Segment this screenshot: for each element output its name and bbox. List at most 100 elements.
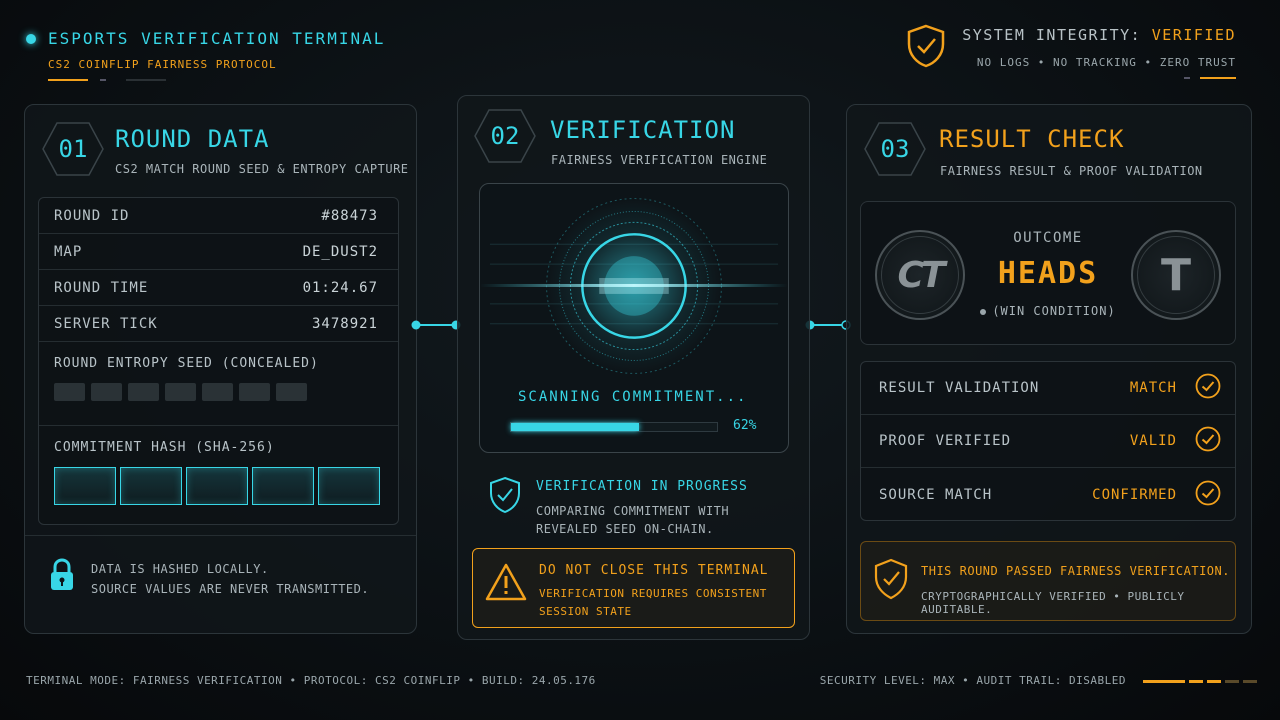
app-subtitle: CS2 COINFLIP FAIRNESS PROTOCOL: [48, 58, 277, 71]
row-label: ROUND TIME: [54, 279, 149, 296]
status-line1: COMPARING COMMITMENT WITH: [536, 504, 730, 518]
integrity-value: VERIFIED: [1151, 26, 1236, 44]
check-circle-icon: [1195, 373, 1221, 403]
table-row: MAP DE_DUST2: [39, 234, 398, 270]
outcome-value: HEADS: [997, 256, 1099, 291]
hash-label: COMMITMENT HASH (SHA-256): [54, 440, 275, 455]
status-line2: REVEALED SEED ON-CHAIN.: [536, 522, 714, 536]
row-value: 01:24.67: [302, 279, 378, 296]
scan-status-text: SCANNING COMMITMENT...: [518, 389, 748, 405]
table-row: ROUND TIME 01:24.67: [39, 270, 398, 306]
check-value: CONFIRMED: [1092, 486, 1177, 503]
seed-block: [202, 383, 233, 401]
footer-bar: [1225, 680, 1239, 683]
pass-subtitle: CRYPTOGRAPHICALLY VERIFIED • PUBLICLY AU…: [921, 590, 1185, 616]
hash-block: [186, 467, 248, 505]
warning-title: DO NOT CLOSE THIS TERMINAL: [539, 563, 769, 578]
seed-label: ROUND ENTROPY SEED (CONCEALED): [54, 356, 319, 371]
app-title: ESPORTS VERIFICATION TERMINAL: [48, 29, 386, 48]
verification-panel: 02 VERIFICATION FAIRNESS VERIFICATION EN…: [457, 95, 810, 640]
footer-bar: [1243, 680, 1257, 683]
hash-block: [54, 467, 116, 505]
check-circle-icon: [1195, 480, 1221, 510]
row-label: SERVER TICK: [54, 315, 158, 332]
panel-title: ROUND DATA: [115, 125, 270, 153]
panel-title: VERIFICATION: [550, 116, 736, 144]
progress-percent: 62%: [733, 418, 757, 433]
round-data-panel: 01 ROUND DATA CS2 MATCH ROUND SEED & ENT…: [24, 104, 417, 634]
step-number: 02: [490, 122, 520, 150]
check-label: SOURCE MATCH: [879, 486, 993, 503]
step-badge: 03: [863, 121, 927, 177]
shield-check-icon: [488, 476, 522, 518]
result-check-panel: 03 RESULT CHECK FAIRNESS RESULT & PROOF …: [846, 104, 1252, 634]
panel-subtitle: CS2 MATCH ROUND SEED & ENTROPY CAPTURE: [115, 162, 409, 176]
panel-subtitle: FAIRNESS RESULT & PROOF VALIDATION: [940, 164, 1203, 178]
outcome-label: OUTCOME: [1013, 230, 1083, 246]
outcome-note: (WIN CONDITION): [861, 304, 1235, 318]
warning-triangle-icon: [485, 563, 527, 605]
table-row: SERVER TICK 3478921: [39, 306, 398, 342]
row-value: DE_DUST2: [302, 243, 378, 260]
connector-1-2: [411, 320, 461, 330]
privacy-note-line2: SOURCE VALUES ARE NEVER TRANSMITTED.: [91, 582, 370, 596]
hash-block: [120, 467, 182, 505]
warning-line2: SESSION STATE: [539, 605, 632, 618]
outcome-note-text: (WIN CONDITION): [992, 304, 1116, 318]
step-badge: 01: [41, 121, 105, 177]
footer-bar: [1207, 680, 1221, 683]
panel-subtitle: FAIRNESS VERIFICATION ENGINE: [551, 153, 768, 167]
footer-status-right: SECURITY LEVEL: MAX • AUDIT TRAIL: DISAB…: [819, 674, 1126, 687]
scanner-visual: [480, 198, 788, 374]
shield-check-icon: [906, 24, 946, 72]
footer-bar: [1143, 680, 1185, 683]
status-dot-icon: [26, 33, 36, 44]
header-underline: [48, 79, 166, 81]
check-row: SOURCE MATCH CONFIRMED: [861, 468, 1235, 521]
step-badge: 02: [473, 108, 537, 164]
integrity-label: SYSTEM INTEGRITY:: [962, 26, 1152, 44]
header-left: ESPORTS VERIFICATION TERMINAL CS2 COINFL…: [26, 28, 385, 81]
integrity-sub: NO LOGS • NO TRACKING • ZERO TRUST: [976, 56, 1236, 69]
check-label: PROOF VERIFIED: [879, 433, 1012, 449]
panel-title: RESULT CHECK: [939, 125, 1125, 153]
lock-icon: [49, 558, 75, 596]
commitment-hash-section: COMMITMENT HASH (SHA-256): [39, 426, 398, 519]
check-row: PROOF VERIFIED VALID: [861, 415, 1235, 468]
hash-block: [252, 467, 314, 505]
row-label: MAP: [54, 243, 83, 260]
status-title: VERIFICATION IN PROGRESS: [536, 479, 748, 494]
footer-status-left: TERMINAL MODE: FAIRNESS VERIFICATION • P…: [26, 674, 596, 687]
seed-block: [91, 383, 122, 401]
row-value: 3478921: [311, 315, 378, 332]
bullet-icon: [980, 308, 987, 315]
check-circle-icon: [1195, 426, 1221, 456]
pass-title: THIS ROUND PASSED FAIRNESS VERIFICATION.: [921, 564, 1230, 578]
pass-banner: THIS ROUND PASSED FAIRNESS VERIFICATION.…: [860, 541, 1236, 621]
outcome-display: CT T OUTCOME HEADS (WIN CONDITION): [860, 201, 1236, 345]
entropy-seed-section: ROUND ENTROPY SEED (CONCEALED): [39, 342, 398, 426]
privacy-note-line1: DATA IS HASHED LOCALLY.: [91, 562, 269, 576]
warning-box: DO NOT CLOSE THIS TERMINAL VERIFICATION …: [472, 548, 795, 628]
seed-block: [239, 383, 270, 401]
privacy-note: DATA IS HASHED LOCALLY. SOURCE VALUES AR…: [25, 535, 416, 635]
footer-bar: [1189, 680, 1203, 683]
row-value: #88473: [321, 207, 378, 224]
header-right: SYSTEM INTEGRITY: VERIFIED NO LOGS • NO …: [907, 24, 1236, 79]
check-value: VALID: [1129, 433, 1177, 449]
seed-block: [276, 383, 307, 401]
round-data-table: ROUND ID #88473 MAP DE_DUST2 ROUND TIME 01:…: [38, 197, 399, 525]
seed-block: [165, 383, 196, 401]
step-number: 03: [880, 135, 910, 163]
check-row: RESULT VALIDATION MATCH: [861, 362, 1235, 415]
hash-block: [318, 467, 380, 505]
check-label: RESULT VALIDATION: [879, 380, 1040, 396]
progress-fill: [511, 423, 639, 431]
row-label: ROUND ID: [54, 207, 130, 224]
table-row: ROUND ID #88473: [39, 198, 398, 234]
scanner-display: SCANNING COMMITMENT... 62%: [479, 183, 789, 453]
header-accent-bar: [1184, 77, 1236, 79]
shield-check-icon: [873, 558, 909, 604]
warning-line1: VERIFICATION REQUIRES CONSISTENT: [539, 587, 767, 600]
seed-block: [54, 383, 85, 401]
